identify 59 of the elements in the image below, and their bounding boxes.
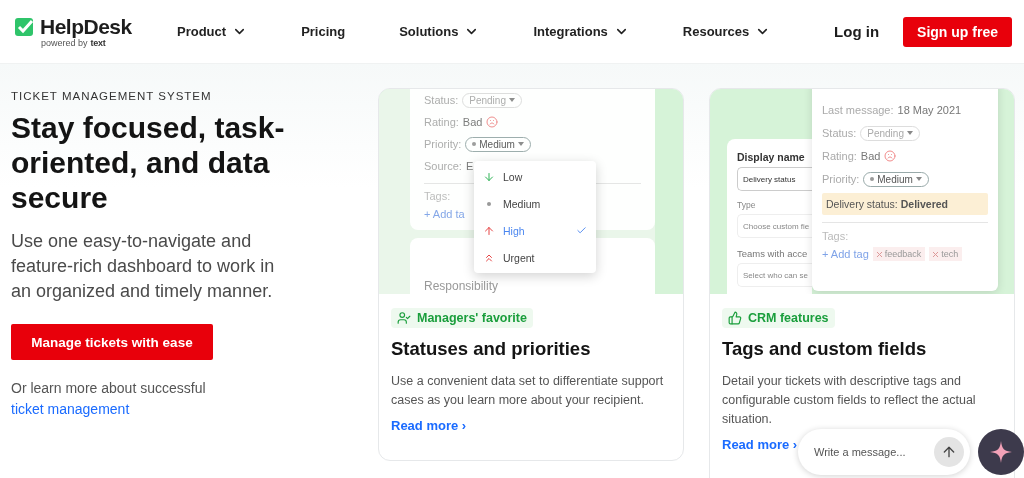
read-more-link[interactable]: Read more ›	[391, 418, 467, 433]
message-input[interactable]: Write a message...	[812, 445, 934, 459]
field-label: Type	[737, 200, 756, 210]
menu-item[interactable]: Medium	[474, 190, 596, 217]
field-label: Source:	[424, 160, 462, 172]
field-label: Status:	[822, 127, 857, 139]
field-label: Priority:	[822, 173, 860, 185]
field-label: Priority:	[424, 138, 462, 150]
hero-description: Use one easy-to-navigate and feature-rich dashboard to work in an organized and timely manner.	[11, 230, 276, 303]
logo-name: HelpDesk	[40, 15, 132, 39]
menu-item[interactable]: High	[474, 217, 596, 244]
nav-item[interactable]: Solutions	[399, 24, 480, 39]
card-title: Tags and custom fields	[722, 338, 927, 360]
card-title: Statuses and priorities	[391, 338, 591, 360]
send-button[interactable]	[934, 437, 964, 467]
card-description: Detail your tickets with descriptive tags and configurable custom fields to reflect the actual situation.	[722, 373, 977, 428]
field-label: Teams with acce	[737, 248, 808, 259]
check-badge-icon	[14, 17, 36, 37]
menu-item[interactable]: Urgent	[474, 244, 596, 271]
arrow-up-icon	[483, 224, 495, 237]
menu-item[interactable]: Low	[474, 163, 596, 190]
remove-icon	[876, 251, 882, 257]
tag: tech	[929, 247, 963, 261]
badge-label: Managers' favorite	[417, 311, 527, 325]
nav-item[interactable]: Product	[177, 24, 248, 39]
field-label: Rating:	[424, 116, 459, 128]
tags-label: Tags:	[424, 190, 452, 202]
arrow-down-icon	[483, 170, 495, 183]
eyebrow-text: TICKET MANAGEMENT SYSTEM	[11, 90, 213, 102]
nav-item[interactable]: Pricing	[301, 24, 346, 39]
section-title: Responsibility	[424, 279, 499, 293]
nav-item[interactable]: Resources	[682, 24, 771, 39]
field-label: Status:	[424, 94, 459, 106]
field-label: Last message:	[822, 104, 894, 116]
card-description: Use a convenient data set to differentiate support cases as you learn more about your recipient.	[391, 373, 665, 409]
sad-face-icon	[884, 150, 897, 162]
login-link[interactable]: Log in	[834, 23, 880, 40]
learn-more-text: Or learn more about successful ticket management	[11, 379, 207, 419]
thumbs-up-icon	[728, 311, 742, 325]
field-label: Display name	[737, 151, 805, 163]
brand-logo: text	[90, 38, 106, 48]
read-more-link[interactable]: Read more ›	[722, 437, 798, 452]
hero-title: Stay focused, task-oriented, and data secure	[11, 110, 286, 215]
logo-tagline: powered by	[41, 38, 88, 48]
tags-label: Tags:	[822, 230, 850, 242]
user-check-icon	[397, 311, 411, 325]
nav-item[interactable]: Integrations	[533, 24, 629, 39]
highlighted-field: Delivery status: Delivered	[822, 193, 988, 215]
sparkle-icon	[989, 440, 1013, 464]
cta-button[interactable]: Manage tickets with ease	[11, 324, 213, 360]
signup-button[interactable]: Sign up free	[903, 16, 1012, 47]
arrow-up-icon	[941, 444, 957, 460]
field-label: Rating:	[822, 150, 857, 162]
badge-label: CRM features	[748, 311, 829, 325]
tag: feedback	[872, 247, 926, 261]
check-icon	[576, 225, 587, 236]
sad-face-icon	[486, 116, 499, 128]
ticket-management-link[interactable]: ticket management	[11, 401, 130, 417]
remove-icon	[933, 251, 939, 257]
